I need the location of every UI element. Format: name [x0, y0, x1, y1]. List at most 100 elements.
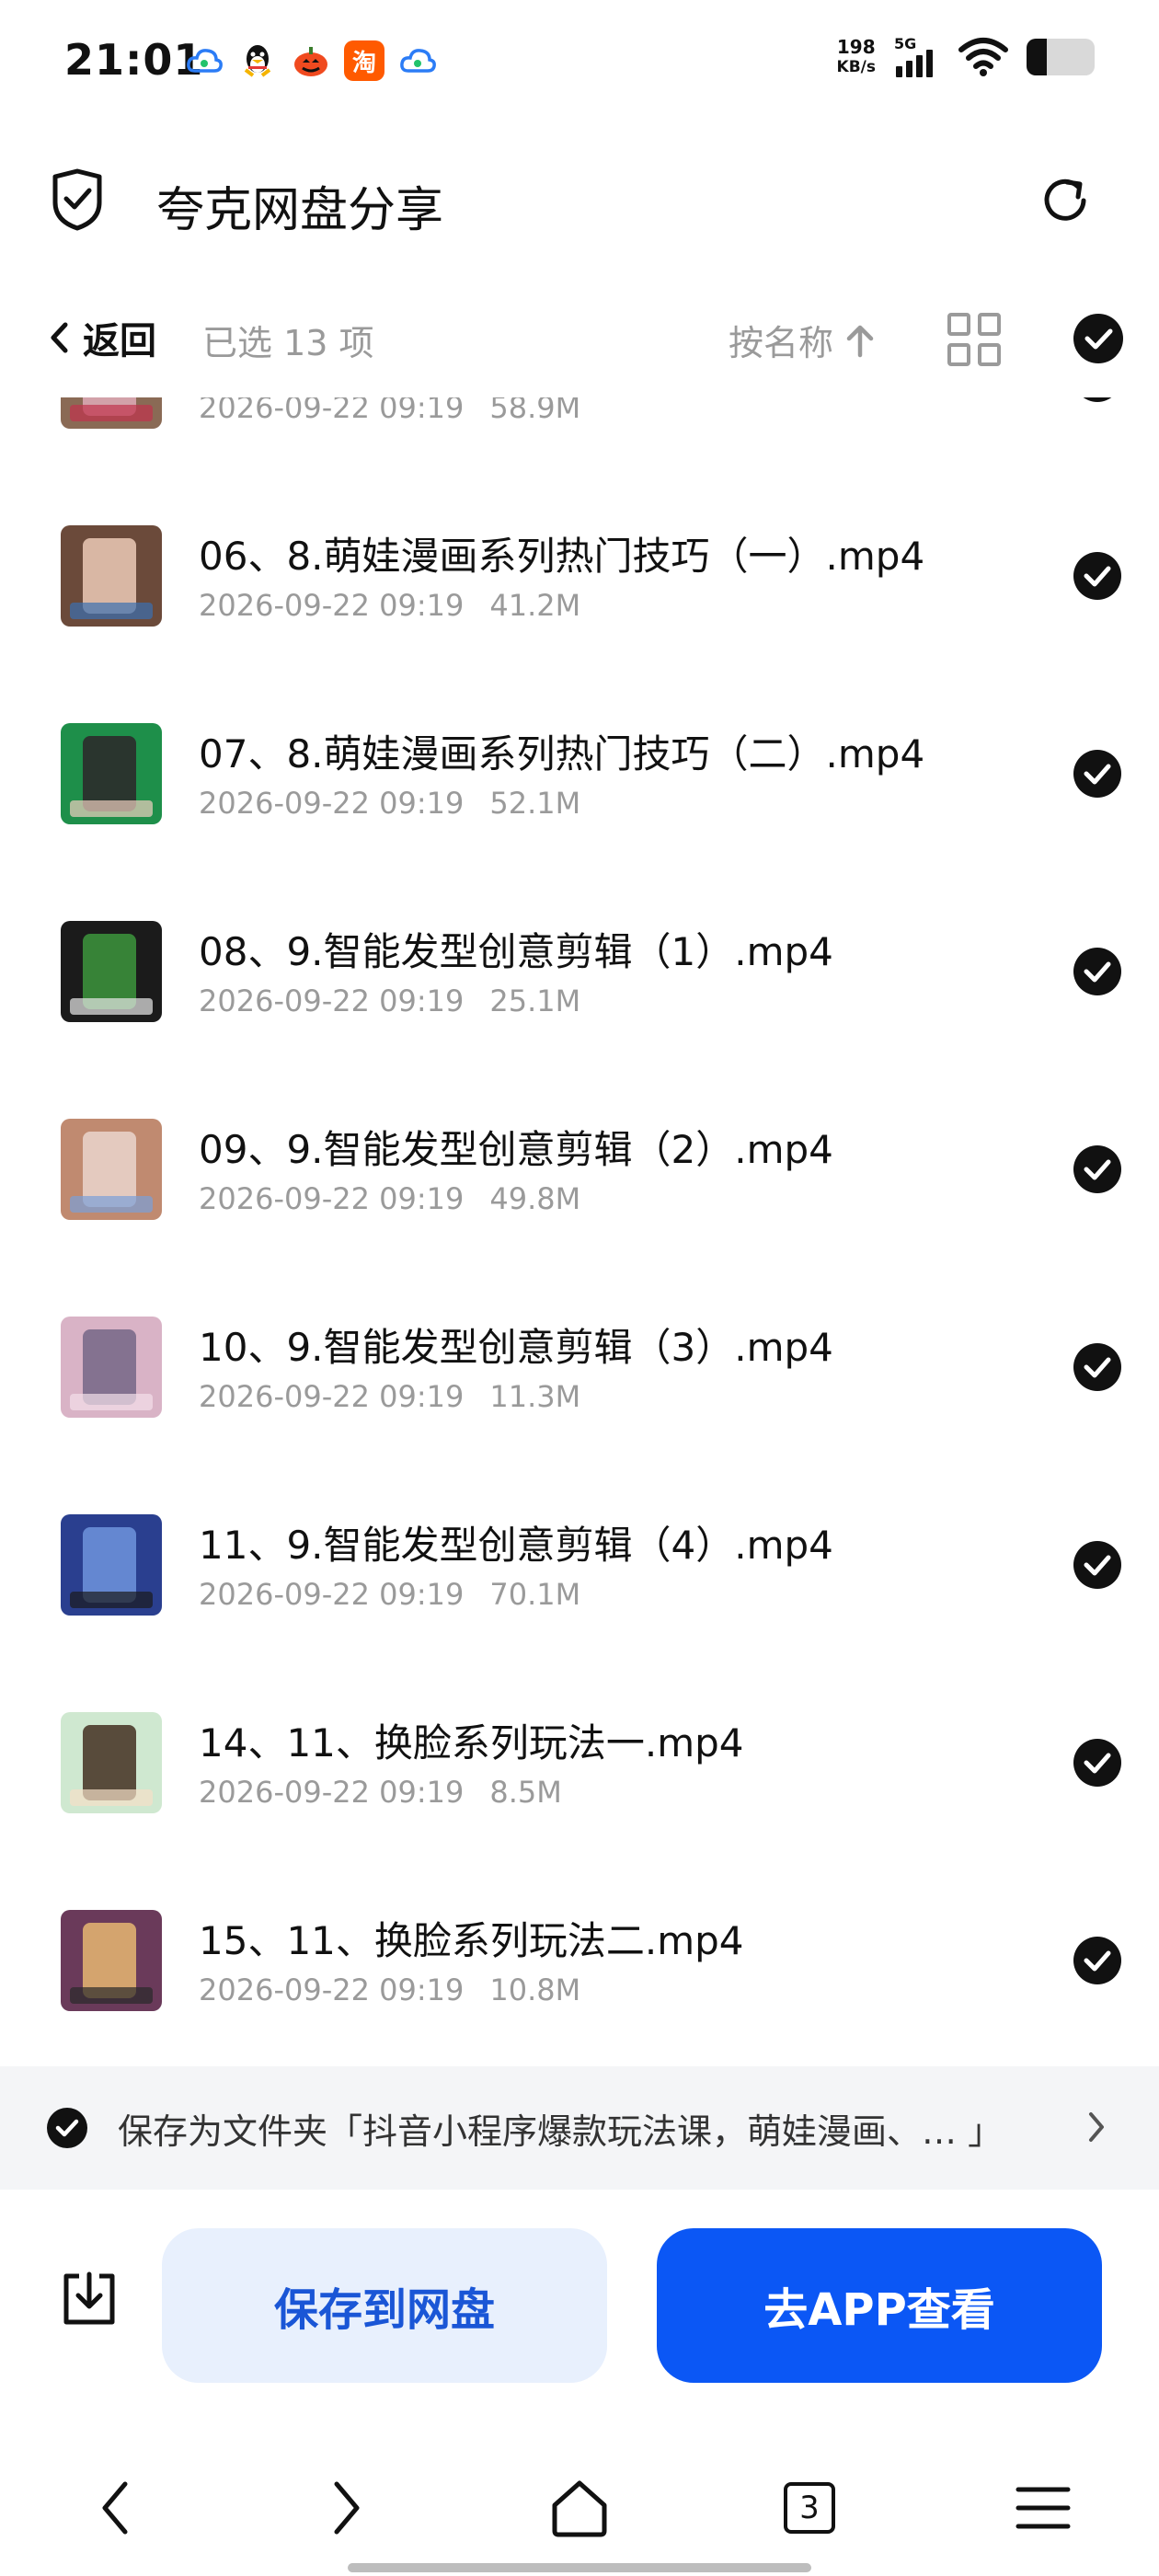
row-checkbox[interactable]	[1073, 947, 1122, 996]
back-button[interactable]: 返回	[48, 311, 156, 364]
open-in-app-button[interactable]: 去APP查看	[657, 2228, 1102, 2383]
file-name: 06、8.萌娃漫画系列热门技巧（一）.mp4	[199, 534, 925, 579]
file-size: 49.8M	[489, 1181, 581, 1216]
video-thumbnail	[61, 1514, 162, 1616]
status-indicators: 198 KB/s 5G	[837, 35, 1095, 77]
taobao-icon: 淘	[344, 40, 384, 81]
file-date: 2026-09-22 09:19	[199, 1577, 465, 1612]
video-thumbnail	[61, 921, 162, 1022]
file-row[interactable]: 06、8.萌娃漫画系列热门技巧（一）.mp4 2026-09-22 09:19 41…	[0, 474, 1159, 672]
file-date: 2026-09-22 09:19	[199, 1379, 465, 1414]
network-speed: 198 KB/s	[837, 37, 876, 77]
file-row[interactable]: 11、9.智能发型创意剪辑（4）.mp4 2026-09-22 09:19 70.1…	[0, 1463, 1159, 1661]
browser-navigation-bar: 3	[0, 2429, 1159, 2576]
file-row[interactable]: 2026-09-22 09:19 58.9M	[0, 397, 1159, 474]
file-meta: 2026-09-22 09:19 52.1M	[199, 786, 580, 821]
file-meta: 2026-09-22 09:19 49.8M	[199, 1181, 580, 1216]
select-all-checkbox[interactable]	[1073, 313, 1124, 364]
check-circle-icon[interactable]	[46, 2107, 88, 2149]
back-nav-icon[interactable]	[79, 2471, 153, 2545]
file-meta: 2026-09-22 09:19 11.3M	[199, 1379, 580, 1414]
file-name: 14、11、换脸系列玩法一.mp4	[199, 1720, 744, 1765]
file-date: 2026-09-22 09:19	[199, 983, 465, 1018]
save-to-cloud-button[interactable]: 保存到网盘	[162, 2228, 607, 2383]
row-checkbox[interactable]	[1073, 1144, 1122, 1194]
cellular-signal-icon: 5G	[894, 35, 940, 77]
file-row[interactable]: 08、9.智能发型创意剪辑（1）.mp4 2026-09-22 09:19 25.1…	[0, 869, 1159, 1067]
wifi-icon	[958, 38, 1008, 76]
row-checkbox[interactable]	[1073, 397, 1122, 403]
file-date: 2026-09-22 09:19	[199, 1181, 465, 1216]
cloud-icon	[397, 40, 438, 81]
file-date: 2026-09-22 09:19	[199, 1775, 465, 1810]
file-row[interactable]: 07、8.萌娃漫画系列热门技巧（二）.mp4 2026-09-22 09:19 52…	[0, 672, 1159, 869]
file-row[interactable]: 15、11、换脸系列玩法二.mp4 2026-09-22 09:19 10.8M	[0, 1858, 1159, 2056]
menu-icon[interactable]	[1006, 2471, 1080, 2545]
file-size: 11.3M	[489, 1379, 581, 1414]
file-name: 07、8.萌娃漫画系列热门技巧（二）.mp4	[199, 731, 925, 776]
cloud-icon	[184, 40, 224, 81]
row-checkbox[interactable]	[1073, 1342, 1122, 1392]
network-speed-unit: KB/s	[836, 58, 876, 76]
sort-button[interactable]: 按名称	[729, 315, 876, 365]
file-size: 10.8M	[489, 1972, 581, 2007]
chevron-left-icon	[51, 322, 68, 353]
home-icon[interactable]	[543, 2471, 616, 2545]
back-label: 返回	[83, 320, 156, 362]
grid-view-icon[interactable]	[947, 313, 1001, 366]
file-name: 15、11、换脸系列玩法二.mp4	[199, 1918, 744, 1963]
battery-icon	[1027, 39, 1095, 75]
refresh-icon[interactable]	[1036, 171, 1095, 230]
row-checkbox[interactable]	[1073, 1540, 1122, 1590]
file-meta: 2026-09-22 09:19 10.8M	[199, 1972, 580, 2007]
selected-count: 已选 13 项	[202, 323, 374, 363]
row-checkbox[interactable]	[1073, 1936, 1122, 1985]
forward-nav-icon[interactable]	[309, 2471, 383, 2545]
video-thumbnail	[61, 1910, 162, 2011]
file-meta: 2026-09-22 09:19 25.1M	[199, 983, 580, 1018]
file-size: 52.1M	[489, 786, 581, 821]
tabs-button[interactable]: 3	[773, 2471, 846, 2545]
file-name: 11、9.智能发型创意剪辑（4）.mp4	[199, 1523, 833, 1568]
home-indicator[interactable]	[348, 2563, 811, 2572]
chevron-right-icon	[1089, 2112, 1104, 2142]
status-bar: 21:01 淘 198 KB/s 5G	[0, 0, 1159, 120]
tab-count: 3	[784, 2482, 835, 2534]
video-thumbnail	[61, 397, 162, 429]
file-date: 2026-09-22 09:19	[199, 588, 465, 623]
video-thumbnail	[61, 1317, 162, 1418]
row-checkbox[interactable]	[1073, 749, 1122, 799]
video-thumbnail	[61, 525, 162, 627]
file-meta: 2026-09-22 09:19 70.1M	[199, 1577, 580, 1612]
action-bar: 保存到网盘 去APP查看	[0, 2190, 1159, 2410]
file-date: 2026-09-22 09:19	[199, 786, 465, 821]
file-meta: 2026-09-22 09:19 8.5M	[199, 1775, 562, 1810]
file-size: 70.1M	[489, 1577, 581, 1612]
status-app-icons: 淘	[184, 40, 438, 81]
file-row[interactable]: 10、9.智能发型创意剪辑（3）.mp4 2026-09-22 09:19 11.3…	[0, 1265, 1159, 1463]
save-folder-text: 保存为文件夹「抖音小程序爆款玩法课，萌娃漫画、… 」	[118, 2111, 1004, 2152]
shield-check-icon	[52, 168, 102, 231]
file-list[interactable]: 2026-09-22 09:19 58.9M 06、8.萌娃漫画系列热门技巧（一）.…	[0, 397, 1159, 2066]
file-size: 41.2M	[489, 588, 581, 623]
row-checkbox[interactable]	[1073, 1738, 1122, 1788]
file-row[interactable]: 09、9.智能发型创意剪辑（2）.mp4 2026-09-22 09:19 49.8…	[0, 1067, 1159, 1265]
file-name: 08、9.智能发型创意剪辑（1）.mp4	[199, 929, 833, 974]
file-date: 2026-09-22 09:19	[199, 1972, 465, 2007]
row-checkbox[interactable]	[1073, 551, 1122, 601]
download-icon[interactable]	[59, 2269, 120, 2329]
file-name: 09、9.智能发型创意剪辑（2）.mp4	[199, 1127, 833, 1172]
file-meta: 2026-09-22 09:19 58.9M	[199, 397, 580, 425]
video-thumbnail	[61, 723, 162, 824]
selection-toolbar: 返回 已选 13 项 按名称	[0, 294, 1159, 386]
arrow-up-icon	[846, 325, 874, 357]
pumpkin-icon	[291, 40, 331, 81]
file-row[interactable]: 14、11、换脸系列玩法一.mp4 2026-09-22 09:19 8.5M	[0, 1661, 1159, 1858]
page-header: 夸克网盘分享	[0, 156, 1159, 248]
file-name: 10、9.智能发型创意剪辑（3）.mp4	[199, 1325, 833, 1370]
network-speed-value: 198	[836, 36, 876, 58]
file-meta: 2026-09-22 09:19 41.2M	[199, 588, 580, 623]
save-folder-banner[interactable]: 保存为文件夹「抖音小程序爆款玩法课，萌娃漫画、… 」	[0, 2066, 1159, 2190]
sort-label: 按名称	[729, 323, 834, 363]
file-size: 8.5M	[489, 1775, 562, 1810]
